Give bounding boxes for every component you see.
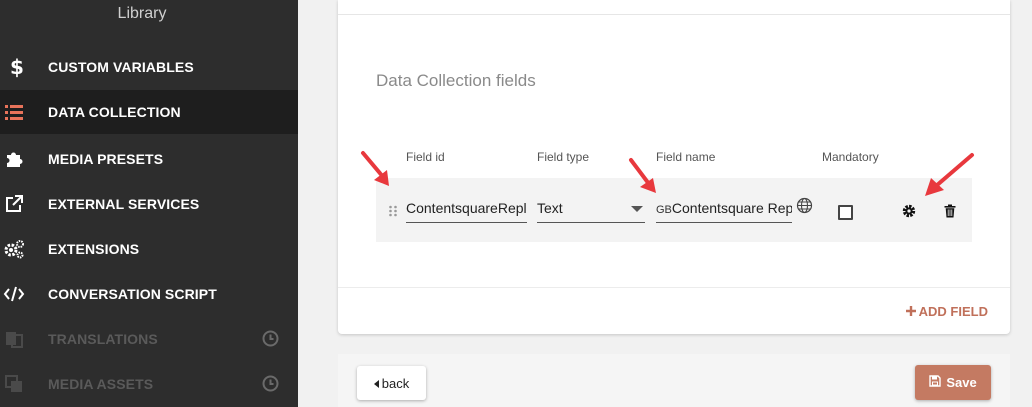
sidebar-item-media-presets[interactable]: MEDIA PRESETS (0, 137, 298, 181)
field-name-value: Contentsquare Replay (671, 200, 792, 216)
column-header-mandatory: Mandatory (822, 150, 879, 164)
add-field-label: ADD FIELD (918, 304, 988, 319)
caret-down-icon (631, 206, 643, 212)
field-type-select[interactable]: Text (537, 199, 645, 223)
trash-icon[interactable] (944, 204, 956, 218)
column-header-field-name: Field name (656, 150, 716, 164)
sidebar-item-media-assets: MEDIA ASSETS (0, 362, 298, 406)
field-name-input[interactable]: GBContentsquare Replay (656, 199, 792, 223)
divider (338, 14, 1010, 15)
sidebar-item-conversation-script[interactable]: CONVERSATION SCRIPT (0, 272, 298, 316)
drag-handle-icon[interactable] (388, 204, 398, 217)
add-field-button[interactable]: ADD FIELD (905, 304, 988, 319)
copy-icon (2, 372, 26, 396)
gears-icon (2, 237, 26, 261)
save-button[interactable]: Save (915, 365, 991, 400)
column-header-field-type: Field type (537, 150, 590, 164)
sidebar-item-external-services[interactable]: EXTERNAL SERVICES (0, 182, 298, 226)
svg-text:$: $ (10, 56, 24, 78)
sidebar-item-label: MEDIA ASSETS (48, 376, 154, 392)
code-icon (2, 282, 26, 306)
sidebar-item-label: MEDIA PRESETS (48, 151, 164, 167)
mandatory-checkbox[interactable] (838, 205, 853, 220)
plus-icon (905, 304, 916, 319)
clock-icon (262, 375, 279, 392)
language-prefix: GB (656, 204, 672, 216)
field-id-input[interactable]: ContentsquareReplay (406, 199, 527, 223)
section-title: Data Collection fields (376, 71, 536, 90)
sidebar-item-data-collection[interactable]: DATA COLLECTION (0, 90, 298, 134)
back-button[interactable]: back (357, 366, 426, 400)
sidebar-item-label: EXTENSIONS (48, 241, 140, 257)
field-row: ContentsquareReplay Text GBContentsquare… (376, 178, 972, 242)
list-icon (2, 100, 26, 124)
gear-icon[interactable] (902, 204, 916, 218)
external-link-icon (2, 192, 26, 216)
dollar-icon: $ (2, 55, 26, 79)
sidebar: Library $ CUSTOM VARIABLES DATA COLLECTI… (0, 0, 298, 407)
sidebar-item-label: DATA COLLECTION (48, 104, 181, 120)
sidebar-item-label: TRANSLATIONS (48, 331, 158, 347)
sidebar-item-label: CONVERSATION SCRIPT (48, 286, 217, 302)
sidebar-item-label: CUSTOM VARIABLES (48, 59, 194, 75)
back-label: back (381, 375, 410, 391)
caret-left-icon (373, 376, 379, 391)
footer-bar: back Save (338, 354, 1010, 407)
sidebar-item-label: EXTERNAL SERVICES (48, 196, 200, 212)
translate-icon (2, 327, 26, 351)
field-type-value: Text (537, 200, 563, 216)
puzzle-icon (2, 147, 26, 171)
sidebar-item-extensions[interactable]: EXTENSIONS (0, 227, 298, 271)
floppy-icon (929, 375, 942, 390)
globe-icon[interactable] (796, 197, 813, 214)
sidebar-item-custom-variables[interactable]: $ CUSTOM VARIABLES (0, 45, 298, 89)
divider (338, 287, 1010, 288)
sidebar-title: Library (117, 5, 167, 22)
save-label: Save (946, 375, 977, 390)
data-collection-card: Data Collection fields Field id Field ty… (338, 0, 1010, 334)
column-header-field-id: Field id (406, 150, 445, 164)
clock-icon (262, 330, 279, 347)
sidebar-item-translations: TRANSLATIONS (0, 317, 298, 361)
